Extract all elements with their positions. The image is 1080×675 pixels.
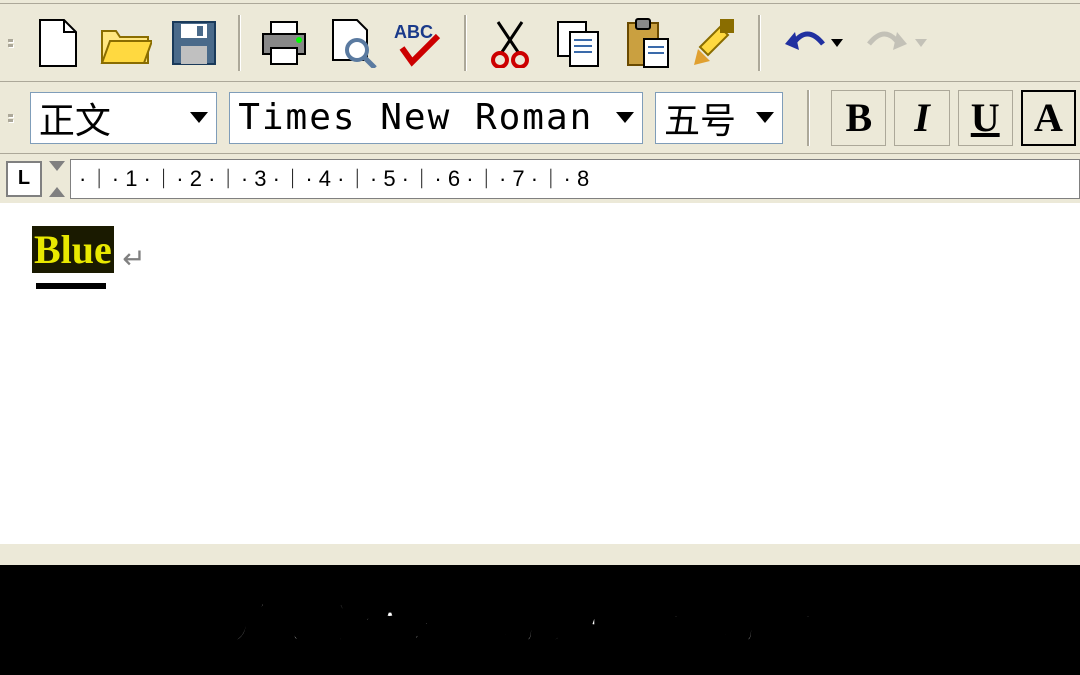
- open-button[interactable]: [94, 11, 158, 75]
- separator: [807, 90, 809, 146]
- dropdown-icon: [616, 112, 634, 123]
- toolbar-grip[interactable]: [8, 13, 18, 73]
- style-selector[interactable]: 正文: [30, 92, 217, 144]
- standard-toolbar: ABC: [0, 4, 1080, 82]
- svg-text:ABC: ABC: [394, 22, 433, 42]
- save-button[interactable]: [162, 11, 226, 75]
- ruler-area: L · ᛁ · 1 · ᛁ · 2 · ᛁ · 3 · ᛁ · 4 · ᛁ · …: [0, 154, 1080, 204]
- dropdown-icon: [756, 112, 774, 123]
- font-size-selector[interactable]: 五号: [655, 92, 783, 144]
- horizontal-ruler[interactable]: · ᛁ · 1 · ᛁ · 2 · ᛁ · 3 · ᛁ · 4 · ᛁ · 5 …: [70, 159, 1080, 199]
- new-document-button[interactable]: [26, 11, 90, 75]
- cursor-underline: [36, 283, 106, 289]
- font-selector[interactable]: Times New Roman: [229, 92, 643, 144]
- separator: [238, 15, 240, 71]
- print-preview-button[interactable]: [320, 11, 384, 75]
- separator: [464, 15, 466, 71]
- cut-button[interactable]: [478, 11, 542, 75]
- separator: [758, 15, 760, 71]
- caption-area: 并把字体设置为加粗颜色为蓝色: [0, 565, 1080, 675]
- font-box-button[interactable]: A: [1021, 90, 1076, 146]
- copy-button[interactable]: [546, 11, 610, 75]
- ruler-scale: · ᛁ · 1 · ᛁ · 2 · ᛁ · 3 · ᛁ · 4 · ᛁ · 5 …: [79, 166, 589, 192]
- dropdown-icon: [190, 112, 208, 123]
- tab-alignment-button[interactable]: L: [6, 161, 42, 197]
- font-value: Times New Roman: [238, 97, 593, 138]
- italic-button[interactable]: I: [894, 90, 949, 146]
- size-value: 五号: [664, 92, 736, 144]
- video-caption: 并把字体设置为加粗颜色为蓝色: [232, 590, 848, 651]
- selected-text[interactable]: Blue: [32, 226, 114, 273]
- document-area[interactable]: Blue ↵: [0, 204, 1080, 544]
- spellcheck-button[interactable]: ABC: [388, 11, 452, 75]
- paste-button[interactable]: [614, 11, 678, 75]
- indent-markers[interactable]: [46, 159, 68, 199]
- bold-button[interactable]: B: [831, 90, 886, 146]
- print-button[interactable]: [252, 11, 316, 75]
- redo-button[interactable]: [856, 11, 936, 75]
- redo-dropdown-icon: [915, 39, 927, 47]
- formatting-toolbar: 正文 Times New Roman 五号 B I U A: [0, 82, 1080, 154]
- format-painter-button[interactable]: [682, 11, 746, 75]
- paragraph-mark-icon: ↵: [122, 243, 145, 274]
- style-value: 正文: [39, 92, 111, 144]
- underline-button[interactable]: U: [958, 90, 1013, 146]
- undo-button[interactable]: [772, 11, 852, 75]
- undo-dropdown-icon[interactable]: [831, 39, 843, 47]
- toolbar-grip[interactable]: [8, 88, 18, 148]
